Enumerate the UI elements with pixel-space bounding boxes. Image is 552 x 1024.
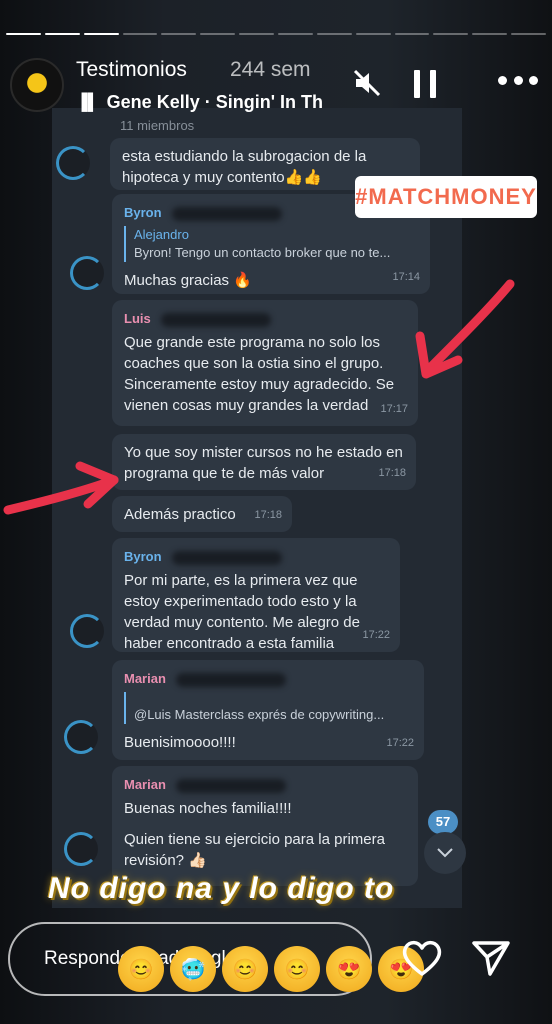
reply-quote: Alejandro Byron! Tengo un contacto broke… [124, 226, 418, 262]
post-time: 244 sem [230, 58, 311, 81]
member-avatar [56, 146, 90, 180]
message-text: Yo que soy mister cursos no he estado en… [124, 444, 403, 482]
chat-message: Yo que soy mister cursos no he estado en… [112, 434, 416, 490]
member-avatar [64, 832, 98, 866]
chat-members: 11 miembros [120, 118, 195, 133]
music-label[interactable]: ▐▌ Gene Kelly · Singin' In Th [76, 92, 323, 113]
music-title: Gene Kelly · Singin' In Th [106, 92, 323, 112]
emoji-reaction[interactable]: 🥶 [170, 946, 216, 992]
progress-segment [316, 33, 352, 35]
progress-segment [355, 33, 391, 35]
emoji-reaction[interactable]: 😊 [118, 946, 164, 992]
profile-avatar[interactable] [10, 58, 64, 112]
message-text: Buenisimoooo!!!! [124, 734, 236, 751]
progress-segment [394, 33, 430, 35]
message-time: 17:22 [386, 737, 414, 749]
message-text: Quien tiene su ejercicio para la primera… [124, 831, 385, 869]
message-text: Buenas noches familia!!!! [124, 800, 292, 817]
member-avatar [64, 720, 98, 754]
progress-segment [83, 33, 119, 35]
emoji-reaction[interactable]: 😊 [274, 946, 320, 992]
story-header: Testimonios 244 sem ▐▌ Gene Kelly · Sing… [10, 56, 538, 116]
heart-icon[interactable] [400, 938, 444, 978]
arrow-icon [3, 461, 119, 515]
quick-reactions: 😊 🥶 😊 😊 😍 😍 [118, 946, 424, 992]
message-time: 17:18 [378, 467, 406, 479]
progress-segment [472, 33, 508, 35]
reply-name: Alejandro [134, 227, 189, 242]
scroll-down-button [424, 832, 466, 874]
message-text: Muchas gracias 🔥 [124, 272, 252, 289]
mute-icon[interactable] [352, 68, 382, 98]
progress-segment [200, 33, 236, 35]
chat-message: Además practico 17:18 [112, 496, 292, 532]
message-sender: Luis [124, 308, 406, 329]
caption-sticker: No digo na y lo digo to [48, 872, 395, 905]
progress-segment [239, 33, 275, 35]
reply-quote: @Luis Masterclass exprés de copywriting.… [124, 692, 412, 724]
progress-segment [161, 33, 197, 35]
username[interactable]: Testimonios [76, 58, 187, 82]
story-viewer: 11 miembros esta estudiando la subrogaci… [0, 0, 552, 1024]
message-text: Que grande este programa no solo los coa… [124, 334, 395, 414]
emoji-reaction[interactable]: 😊 [222, 946, 268, 992]
unread-badge: 57 [428, 810, 458, 834]
story-progress [6, 33, 547, 36]
message-time: 17:22 [362, 629, 390, 641]
progress-segment [122, 33, 158, 35]
message-sender: Marian [124, 774, 406, 795]
message-sender: Marian [124, 668, 412, 689]
arrow-icon [415, 279, 515, 379]
progress-segment [44, 33, 80, 35]
chevron-down-icon [437, 848, 453, 858]
pause-icon[interactable] [414, 70, 436, 98]
member-avatar [70, 256, 104, 290]
message-text: Por mi parte, es la primera vez que esto… [124, 572, 360, 652]
chat-message: Marian Buenas noches familia!!!! Quien t… [112, 766, 418, 886]
progress-segment [511, 33, 547, 35]
chat-message: Luis Que grande este programa no solo lo… [112, 300, 418, 426]
member-avatar [70, 614, 104, 648]
music-bars-icon: ▐▌ [76, 93, 99, 111]
hashtag-sticker: #MATCHMONEY [355, 176, 537, 218]
reply-text: @Luis Masterclass exprés de copywriting.… [134, 707, 385, 722]
message-time: 17:17 [380, 403, 408, 415]
chat-message: Byron Por mi parte, es la primera vez qu… [112, 538, 400, 652]
message-sender: Byron [124, 546, 388, 567]
progress-segment [6, 33, 41, 35]
progress-segment [278, 33, 313, 35]
emoji-reaction[interactable]: 😍 [326, 946, 372, 992]
chat-message: Marian @Luis Masterclass exprés de copyw… [112, 660, 424, 760]
reply-text: Byron! Tengo un contacto broker que no t… [134, 245, 391, 260]
send-icon[interactable] [470, 938, 512, 978]
more-options-icon[interactable] [498, 76, 538, 88]
message-time: 17:18 [254, 509, 282, 521]
progress-segment [433, 33, 469, 35]
